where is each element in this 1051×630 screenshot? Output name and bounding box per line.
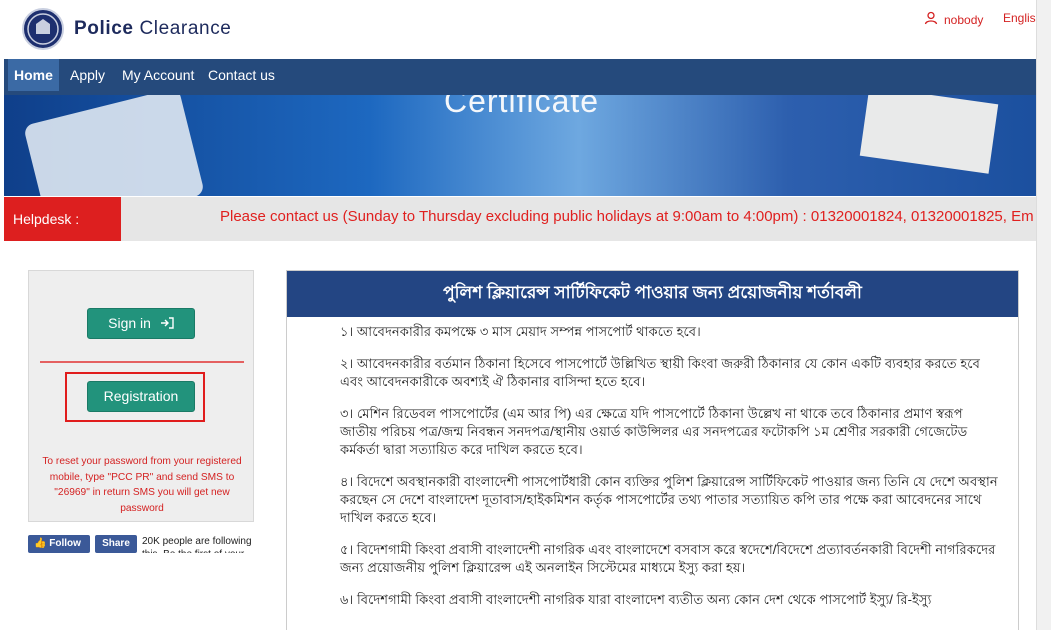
helpdesk-bar: Helpdesk : Please contact us (Sunday to …: [4, 197, 1049, 241]
terms-clause-5: ৫। বিদেশগামী কিংবা প্রবাসী বাংলাদেশী নাগ…: [340, 542, 996, 575]
banner-title: Certificate: [444, 95, 600, 119]
registration-button[interactable]: Registration: [87, 381, 195, 412]
hero-banner: Certificate: [4, 95, 1049, 196]
user-icon: [924, 11, 938, 28]
follower-count: 20K people are following this. Be the fi…: [142, 536, 252, 553]
nav-apply[interactable]: Apply: [64, 59, 111, 91]
terms-list: ১। আবেদনকারীর কমপক্ষে ৩ মাস মেয়াদ সম্পন…: [340, 323, 1002, 623]
main-nav: Home Apply My Account Contact us: [4, 59, 1049, 95]
facebook-follow-button[interactable]: 👍 Follow: [28, 535, 90, 553]
helpdesk-label: Helpdesk :: [4, 197, 121, 241]
terms-panel: পুলিশ ক্লিয়ারেন্স সার্টিফিকেট পাওয়ার জ…: [286, 270, 1019, 630]
terms-heading: পুলিশ ক্লিয়ারেন্স সার্টিফিকেট পাওয়ার জ…: [287, 271, 1018, 317]
terms-clause-2: ২। আবেদনকারীর বর্তমান ঠিকানা হিসেবে পাসপ…: [340, 356, 980, 389]
panel-divider: [40, 361, 244, 363]
page-scrollbar[interactable]: [1036, 0, 1051, 630]
nav-my-account[interactable]: My Account: [116, 59, 200, 91]
sign-in-button[interactable]: Sign in: [87, 308, 195, 339]
terms-clause-6: ৬। বিদেশগামী কিংবা প্রবাসী বাংলাদেশী নাগ…: [340, 592, 932, 607]
certificate-graphic: [859, 95, 999, 174]
password-reset-note: To reset your password from your registe…: [42, 456, 242, 514]
terms-clause-4: ৪। বিদেশে অবস্থানকারী বাংলাদেশী পাসপোর্ট…: [340, 474, 998, 525]
helpdesk-message: Please contact us (Sunday to Thursday ex…: [220, 208, 1034, 225]
sign-in-icon: [155, 315, 174, 331]
terms-clause-3: ৩। মেশিন রিডেবল পাসপোর্টের (এম আর পি) এর…: [340, 406, 968, 457]
thumbs-up-icon: 👍: [34, 538, 47, 549]
user-name[interactable]: nobody: [944, 13, 983, 27]
user-menu[interactable]: nobody: [924, 11, 983, 28]
site-brand[interactable]: Police Clearance: [74, 18, 231, 40]
nav-contact-us[interactable]: Contact us: [202, 59, 281, 91]
tablet-graphic: [23, 95, 205, 196]
nav-home[interactable]: Home: [8, 59, 59, 91]
login-panel: Sign in Registration To reset your passw…: [28, 270, 254, 522]
terms-clause-1: ১। আবেদনকারীর কমপক্ষে ৩ মাস মেয়াদ সম্পন…: [340, 324, 701, 339]
facebook-share-button[interactable]: Share: [95, 535, 137, 553]
top-header: Police Clearance nobody English: [0, 0, 1051, 59]
police-logo-icon[interactable]: [22, 8, 64, 50]
